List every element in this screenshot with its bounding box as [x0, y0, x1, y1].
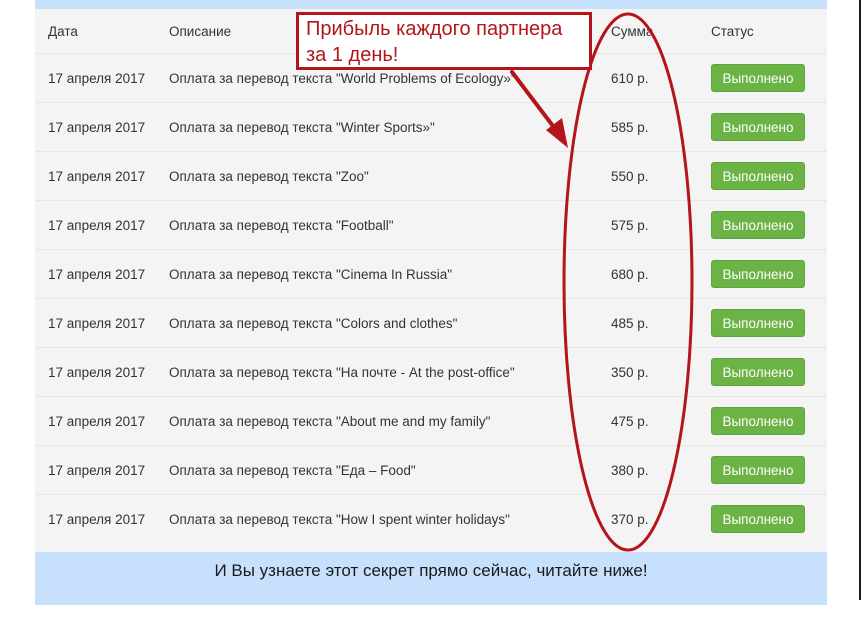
row-description: Оплата за перевод текста "Еда – Food"	[169, 462, 416, 478]
row-sum: 485 р.	[611, 315, 649, 331]
status-done-button[interactable]: Выполнено	[711, 162, 805, 190]
row-description: Оплата за перевод текста "How I spent wi…	[169, 511, 510, 527]
row-date: 17 апреля 2017	[48, 315, 146, 331]
header-sum: Сумма	[611, 23, 654, 39]
row-status-cell: Выполнено	[711, 495, 805, 543]
status-done-button[interactable]: Выполнено	[711, 64, 805, 92]
table-row: 17 апреля 2017 Оплата за перевод текста …	[35, 151, 827, 200]
table-row: 17 апреля 2017 Оплата за перевод текста …	[35, 445, 827, 494]
table-row: 17 апреля 2017 Оплата за перевод текста …	[35, 347, 827, 396]
callout-line-2: за 1 день!	[306, 44, 399, 66]
status-done-button[interactable]: Выполнено	[711, 505, 805, 533]
row-description: Оплата за перевод текста "Cinema In Russ…	[169, 266, 453, 282]
row-date: 17 апреля 2017	[48, 119, 146, 135]
table-row: 17 апреля 2017 Оплата за перевод текста …	[35, 494, 827, 543]
row-description: Оплата за перевод текста "На почте - At …	[169, 364, 515, 380]
table-row: 17 апреля 2017 Оплата за перевод текста …	[35, 298, 827, 347]
row-date: 17 апреля 2017	[48, 462, 146, 478]
row-status-cell: Выполнено	[711, 348, 805, 396]
row-status-cell: Выполнено	[711, 152, 805, 200]
row-date: 17 апреля 2017	[48, 364, 146, 380]
row-description: Оплата за перевод текста "Colors and clo…	[169, 315, 458, 331]
row-date: 17 апреля 2017	[48, 168, 146, 184]
header-date: Дата	[48, 23, 78, 39]
row-sum: 350 р.	[611, 364, 649, 380]
row-description: Оплата за перевод текста "Football"	[169, 217, 394, 233]
status-done-button[interactable]: Выполнено	[711, 113, 805, 141]
row-date: 17 апреля 2017	[48, 217, 146, 233]
top-banner-strip	[35, 0, 827, 9]
footer-text: И Вы узнаете этот секрет прямо сейчас, ч…	[214, 561, 648, 580]
status-done-button[interactable]: Выполнено	[711, 211, 805, 239]
row-date: 17 апреля 2017	[48, 266, 146, 282]
row-sum: 610 р.	[611, 70, 649, 86]
row-description: Оплата за перевод текста "About me and m…	[169, 413, 491, 429]
row-sum: 380 р.	[611, 462, 649, 478]
callout-line-1: Прибыль каждого партнера	[306, 18, 563, 40]
table-row: 17 апреля 2017 Оплата за перевод текста …	[35, 249, 827, 298]
status-done-button[interactable]: Выполнено	[711, 358, 805, 386]
payments-table: Дата Описание Сумма Статус 17 апреля 201…	[35, 9, 827, 552]
row-sum: 680 р.	[611, 266, 649, 282]
row-status-cell: Выполнено	[711, 299, 805, 347]
header-description: Описание	[169, 23, 232, 39]
row-sum: 475 р.	[611, 413, 649, 429]
table-row: 17 апреля 2017 Оплата за перевод текста …	[35, 200, 827, 249]
row-sum: 575 р.	[611, 217, 649, 233]
footer-banner: И Вы узнаете этот секрет прямо сейчас, ч…	[35, 552, 827, 605]
status-done-button[interactable]: Выполнено	[711, 407, 805, 435]
row-status-cell: Выполнено	[711, 201, 805, 249]
row-sum: 370 р.	[611, 511, 649, 527]
row-sum: 550 р.	[611, 168, 649, 184]
row-description: Оплата за перевод текста "Winter Sports»…	[169, 119, 435, 135]
status-done-button[interactable]: Выполнено	[711, 260, 805, 288]
table-row: 17 апреля 2017 Оплата за перевод текста …	[35, 396, 827, 445]
row-status-cell: Выполнено	[711, 54, 805, 102]
row-date: 17 апреля 2017	[48, 413, 146, 429]
row-date: 17 апреля 2017	[48, 70, 146, 86]
row-sum: 585 р.	[611, 119, 649, 135]
row-description: Оплата за перевод текста "Zoo"	[169, 168, 369, 184]
status-done-button[interactable]: Выполнено	[711, 456, 805, 484]
status-done-button[interactable]: Выполнено	[711, 309, 805, 337]
header-status: Статус	[711, 23, 754, 39]
row-status-cell: Выполнено	[711, 250, 805, 298]
profit-callout: Прибыль каждого партнера за 1 день!	[296, 12, 592, 70]
row-status-cell: Выполнено	[711, 103, 805, 151]
row-date: 17 апреля 2017	[48, 511, 146, 527]
row-status-cell: Выполнено	[711, 446, 805, 494]
page-right-border	[859, 0, 861, 600]
row-status-cell: Выполнено	[711, 397, 805, 445]
table-row: 17 апреля 2017 Оплата за перевод текста …	[35, 102, 827, 151]
